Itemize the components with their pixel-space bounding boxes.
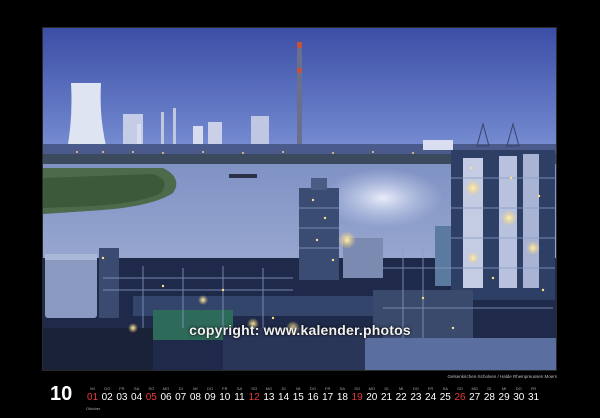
calendar-day: SO 05 — [145, 386, 158, 404]
day-number: 11 — [234, 392, 245, 403]
calendar-day: DI 14 — [277, 386, 290, 404]
calendar-day: MO 20 — [365, 386, 378, 404]
day-number: 23 — [410, 392, 422, 403]
calendar-day: DI 21 — [380, 386, 393, 404]
day-number: 15 — [292, 392, 304, 403]
day-number: 25 — [439, 392, 451, 403]
copyright-watermark: copyright: www.kalender.photos — [189, 322, 411, 338]
day-number: 31 — [527, 392, 540, 403]
calendar-day: FR 10 — [218, 386, 231, 404]
calendar-day: MO 06 — [160, 386, 173, 404]
day-number: 07 — [175, 392, 187, 403]
calendar-day: SA 18 — [336, 386, 349, 404]
day-number: 05 — [145, 392, 157, 403]
day-number: 13 — [263, 392, 275, 403]
calendar-photo — [42, 27, 557, 371]
steam-plume — [323, 168, 443, 228]
calendar-day: DO 02 — [101, 386, 114, 404]
calendar-day: MI 29 — [498, 386, 511, 404]
day-number: 01 — [86, 392, 99, 403]
calendar-day: DI 28 — [483, 386, 496, 404]
day-number: 09 — [204, 392, 216, 403]
day-number: 20 — [366, 392, 378, 403]
day-number: 30 — [513, 392, 525, 403]
calendar-day: SO 19 — [351, 386, 364, 404]
calendar-day: DO 23 — [409, 386, 422, 404]
calendar-day: MI 22 — [395, 386, 408, 404]
day-number: 26 — [454, 392, 466, 403]
calendar-day: DO 30 — [512, 386, 525, 404]
day-number: 19 — [351, 392, 363, 403]
calendar-day: MI 15 — [292, 386, 305, 404]
calendar-day: SO 26 — [454, 386, 467, 404]
day-number: 12 — [248, 392, 260, 403]
day-number: 17 — [322, 392, 334, 403]
month-name: Oktober — [86, 406, 101, 411]
day-number: 06 — [160, 392, 172, 403]
calendar-day: MO 27 — [468, 386, 481, 404]
day-number: 02 — [101, 392, 113, 403]
calendar-day: MO 13 — [262, 386, 275, 404]
day-number: 03 — [116, 392, 128, 403]
day-number: 16 — [307, 392, 319, 403]
day-number: 24 — [425, 392, 437, 403]
calendar-day: MI 08 — [189, 386, 202, 404]
day-number: 22 — [395, 392, 407, 403]
day-number: 10 — [219, 392, 231, 403]
photo-caption: Gelsenkirchen-Scholven / Halde Rheinpreu… — [447, 374, 557, 379]
day-number: 29 — [498, 392, 510, 403]
calendar-day: DO 16 — [307, 386, 320, 404]
industrial-night-scene — [43, 28, 556, 370]
calendar-day: DO 09 — [204, 386, 217, 404]
calendar-day: SO 12 — [248, 386, 261, 404]
day-number: 27 — [469, 392, 481, 403]
day-number: 28 — [483, 392, 495, 403]
calendar-days-row: MI 01 DO 02 FR 03 SA 04 SO 05 MO 06 DI 07 MI 08 DO 09 FR 10… — [86, 386, 542, 408]
calendar-day: MI 01 — [86, 386, 99, 404]
day-number: 04 — [131, 392, 143, 403]
day-number: 14 — [278, 392, 290, 403]
calendar-day: SA 25 — [439, 386, 452, 404]
calendar-day: SA 11 — [233, 386, 246, 404]
chimney-stack — [297, 42, 302, 146]
calendar-day: FR 31 — [527, 386, 540, 404]
day-number: 08 — [189, 392, 201, 403]
month-number: 10 — [50, 383, 73, 405]
calendar-day: FR 24 — [424, 386, 437, 404]
calendar-day: FR 17 — [321, 386, 334, 404]
day-number: 18 — [336, 392, 348, 403]
calendar-day: FR 03 — [115, 386, 128, 404]
day-number: 21 — [380, 392, 393, 403]
calendar-day: DI 07 — [174, 386, 187, 404]
calendar-day: SA 04 — [130, 386, 143, 404]
